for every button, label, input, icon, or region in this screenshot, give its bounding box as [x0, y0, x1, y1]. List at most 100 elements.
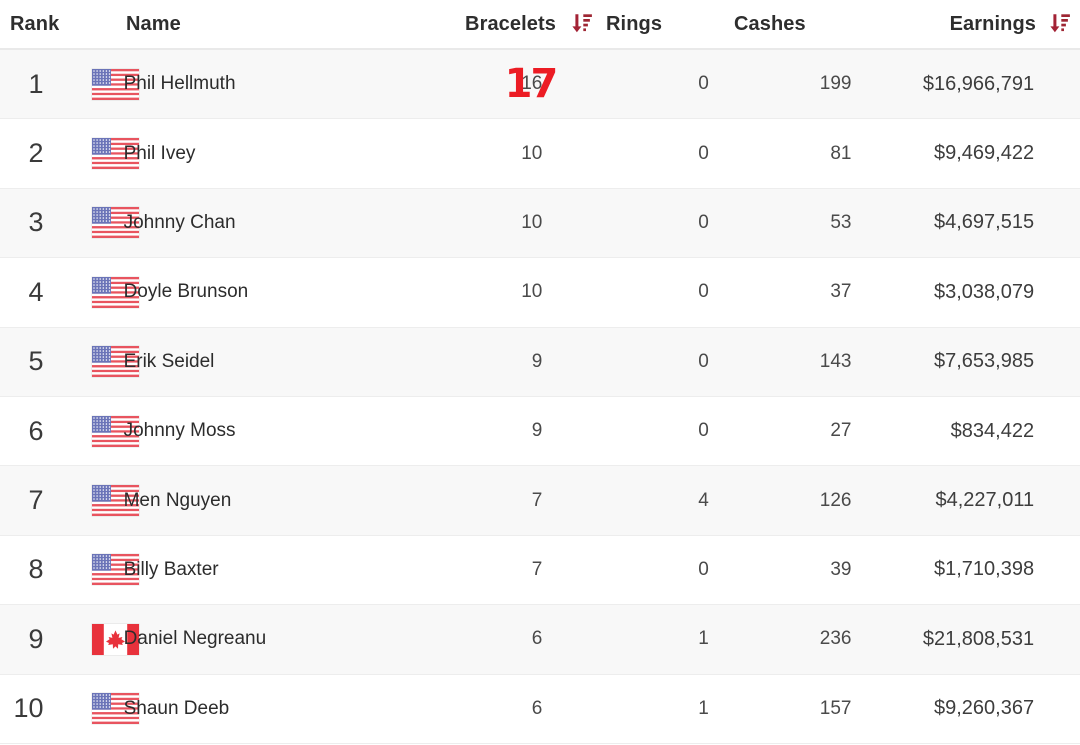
column-header-rings-label: Rings: [606, 12, 663, 35]
cell-rings: 4: [698, 489, 709, 511]
cell-bracelets-value: 6: [531, 628, 543, 650]
cell-cashes: 27: [830, 420, 852, 442]
cell-earnings: $7,653,985: [933, 350, 1035, 373]
cell-bracelets: 10: [400, 143, 545, 165]
cell-rings: 0: [698, 420, 709, 442]
table-row[interactable]: 7 Men Nguyen 7 4 126 $4,227,011: [0, 466, 1080, 536]
cell-rank: 6: [28, 415, 44, 446]
sort-control-earnings[interactable]: [1040, 12, 1080, 36]
cell-rank: 1: [28, 68, 44, 99]
sort-descending-icon[interactable]: [570, 11, 594, 35]
cell-cashes: 143: [819, 350, 852, 372]
cell-player-name[interactable]: Daniel Negreanu: [116, 628, 401, 650]
cell-earnings: $9,469,422: [933, 142, 1035, 165]
poker-leaderboard-table: Rank Name Bracelets Rings Cashes Earning…: [0, 0, 1080, 745]
column-header-cashes-label: Cashes: [734, 12, 806, 35]
table-row[interactable]: 10 Shaun Deeb 6 1 157 $9,260,367: [0, 674, 1080, 744]
cell-country-flag: [56, 554, 139, 586]
cell-earnings: $834,422: [950, 419, 1035, 442]
cell-earnings: $4,227,011: [935, 489, 1035, 512]
cell-rank: 5: [28, 346, 44, 377]
cell-country-flag: [56, 207, 139, 239]
cell-cashes: 157: [819, 697, 852, 719]
cell-bracelets: 7: [400, 490, 545, 512]
table-row[interactable]: 6 Johnny Moss 9 0 27 $834,422: [0, 396, 1080, 467]
column-header-name[interactable]: Name: [118, 13, 410, 36]
cell-country-flag: [56, 623, 139, 655]
cell-bracelets-value: 16: [521, 73, 543, 95]
cell-bracelets-value: 10: [521, 142, 543, 164]
cell-country-flag: [56, 485, 139, 517]
cell-cashes: 199: [819, 73, 852, 95]
cell-cashes: 236: [819, 628, 852, 650]
column-header-cashes[interactable]: Cashes: [722, 13, 862, 36]
cell-rings: 0: [698, 211, 709, 233]
cell-earnings: $9,260,367: [933, 697, 1035, 720]
cell-bracelets-value: 7: [531, 558, 543, 580]
table-row[interactable]: 2 Phil Ivey 10 0 81 $9,469,422: [0, 119, 1080, 189]
cell-earnings: $1,710,398: [933, 558, 1035, 581]
cell-rank: 2: [28, 138, 44, 169]
cell-bracelets: 6: [400, 698, 545, 720]
cell-bracelets: 7: [400, 559, 545, 581]
cell-rank: 9: [28, 623, 44, 654]
cell-rank: 8: [28, 554, 44, 585]
column-header-bracelets[interactable]: Bracelets: [410, 13, 560, 36]
sort-control-bracelets[interactable]: [560, 12, 602, 36]
cell-rings: 0: [698, 142, 709, 164]
cell-bracelets: 9: [400, 420, 545, 442]
cell-bracelets-value: 9: [531, 420, 543, 442]
sort-descending-icon[interactable]: [1048, 11, 1072, 35]
cell-player-name[interactable]: Phil Hellmuth: [116, 73, 401, 95]
cell-cashes: 126: [819, 489, 852, 511]
cell-player-name[interactable]: Erik Seidel: [116, 351, 401, 373]
cell-player-name[interactable]: Billy Baxter: [116, 559, 401, 581]
table-row[interactable]: 8 Billy Baxter 7 0 39 $1,710,398: [0, 535, 1080, 606]
cell-bracelets: 16 17: [400, 64, 559, 104]
cell-country-flag: [56, 346, 139, 378]
cell-earnings: $16,966,791: [922, 72, 1035, 95]
cell-player-name[interactable]: Men Nguyen: [116, 490, 401, 512]
cell-player-name[interactable]: Phil Ivey: [116, 143, 401, 165]
cell-bracelets-value: 7: [531, 489, 543, 511]
cell-player-name[interactable]: Johnny Chan: [116, 212, 401, 234]
cell-bracelets-value: 10: [521, 281, 543, 303]
column-header-rank-label: Rank: [10, 12, 60, 35]
table-row[interactable]: 1 Phil Hellmuth 16 17 0 199 $16,966,791: [0, 50, 1080, 120]
cell-rank: 10: [13, 693, 44, 724]
cell-country-flag: [56, 415, 139, 447]
table-row[interactable]: 5 Erik Seidel 9 0 143 $7,653,985: [0, 327, 1080, 397]
cell-player-name[interactable]: Doyle Brunson: [116, 281, 401, 303]
cell-player-name[interactable]: Johnny Moss: [116, 420, 401, 442]
cell-bracelets: 10: [400, 281, 545, 303]
column-header-rings[interactable]: Rings: [602, 13, 722, 36]
cell-cashes: 39: [830, 558, 852, 580]
cell-earnings: $4,697,515: [933, 211, 1035, 234]
table-header-row: Rank Name Bracelets Rings Cashes Earning…: [0, 0, 1080, 50]
cell-rings: 1: [698, 697, 709, 719]
cell-country-flag: [56, 138, 139, 170]
cell-rings: 0: [698, 281, 709, 303]
column-header-earnings[interactable]: Earnings: [862, 13, 1040, 36]
cell-rings: 0: [698, 350, 709, 372]
cell-bracelets-value: 6: [531, 697, 543, 719]
table-row[interactable]: 4 Doyle Brunson 10 0 37 $3,038,079: [0, 258, 1080, 328]
cell-cashes: 81: [830, 142, 852, 164]
cell-cashes: 37: [830, 281, 852, 303]
cell-bracelets: 10: [400, 212, 545, 234]
cell-rank: 3: [28, 207, 44, 238]
table-row[interactable]: 3 Johnny Chan 10 0 53 $4,697,515: [0, 188, 1080, 259]
column-header-bracelets-label: Bracelets: [465, 12, 556, 35]
cell-rings: 0: [698, 73, 709, 95]
cell-cashes: 53: [830, 211, 852, 233]
cell-bracelets: 6: [400, 628, 545, 650]
cell-country-flag: [56, 68, 139, 100]
cell-rings: 0: [698, 558, 709, 580]
table-body: 1 Phil Hellmuth 16 17 0 199 $16,966,791 2 Phil I…: [0, 50, 1080, 744]
cell-player-name[interactable]: Shaun Deeb: [116, 698, 401, 720]
table-row[interactable]: 9 Daniel Negreanu 6 1 236 $21,808,531: [0, 605, 1080, 675]
cell-country-flag: [56, 276, 139, 308]
cell-earnings: $21,808,531: [922, 627, 1035, 650]
cell-bracelets: 9: [400, 351, 545, 373]
column-header-rank[interactable]: Rank: [0, 12, 60, 36]
